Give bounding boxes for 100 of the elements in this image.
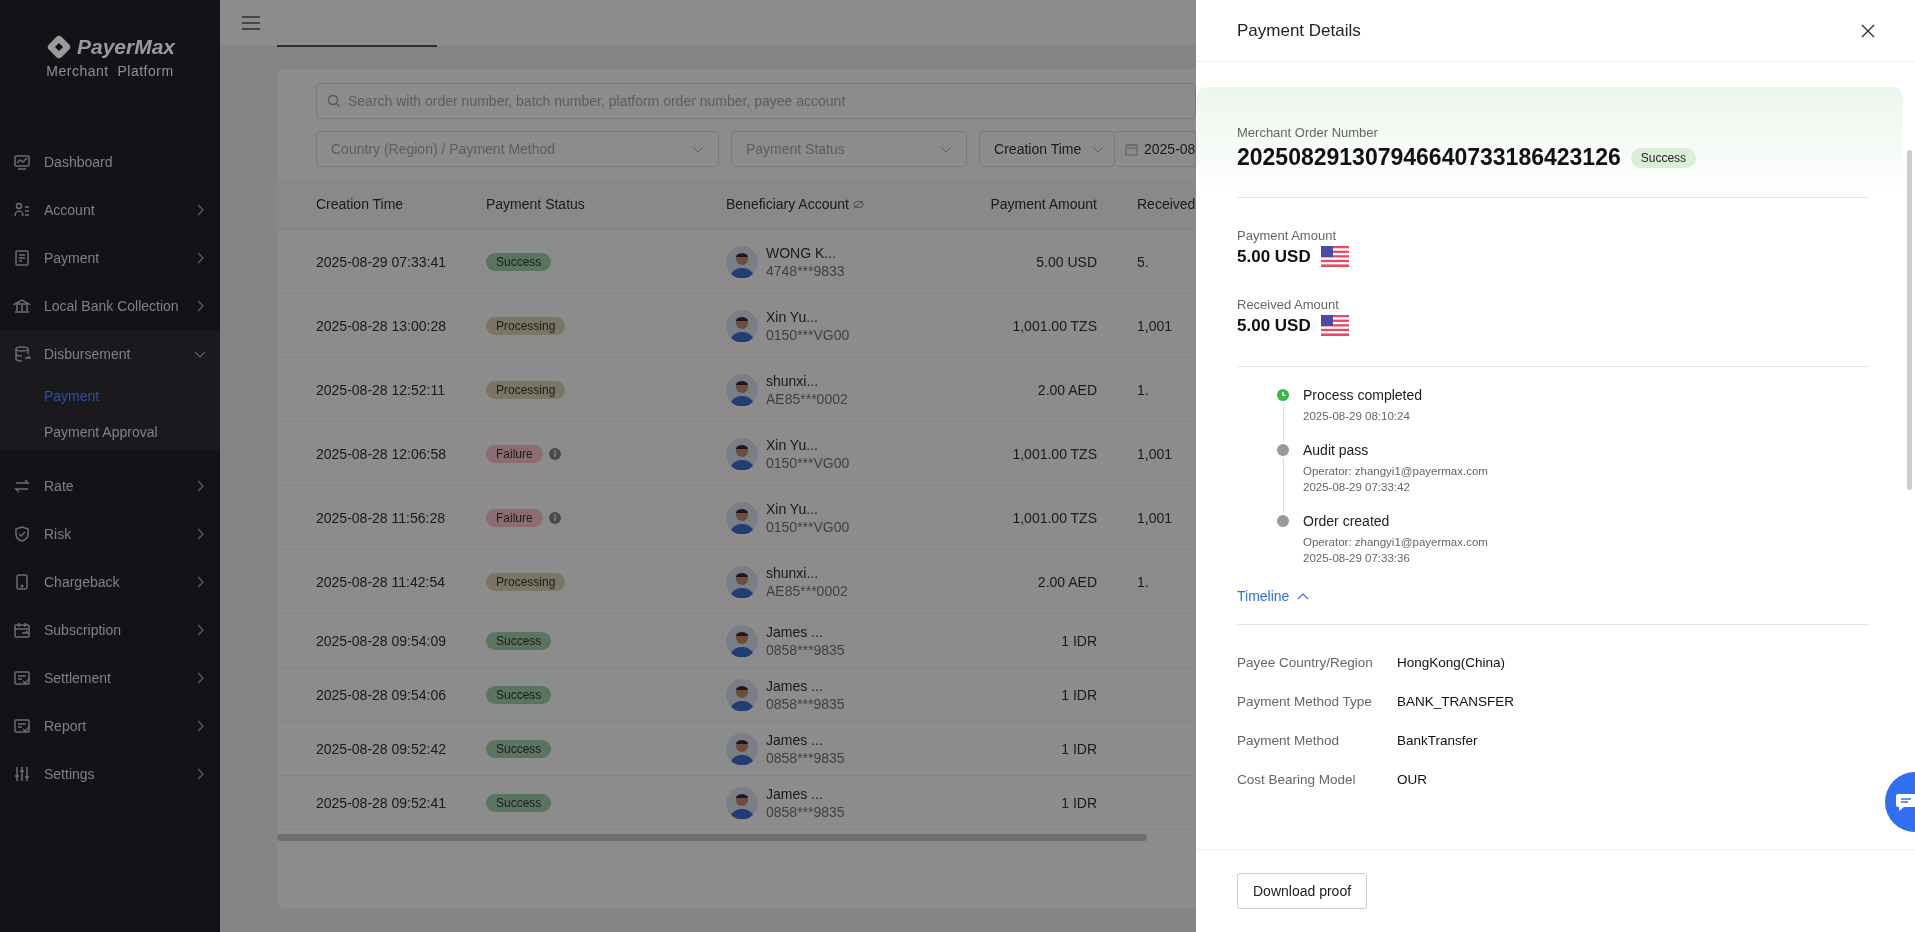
table-cell-text: 1 IDR	[1060, 794, 1097, 811]
sidebar-item[interactable]: Disbursement	[0, 330, 220, 378]
beneficiary-account: 0858***9835	[766, 640, 845, 659]
sidebar-subitem[interactable]: Payment Approval	[0, 414, 220, 450]
field-label: Cost Bearing Model	[1237, 772, 1357, 787]
beneficiary-account: AE85***0002	[766, 581, 848, 600]
table-cell-text: 2025-08-28 09:52:42	[316, 740, 447, 757]
event-detail: 2025-08-29 08:10:24	[1303, 410, 1411, 422]
event-detail: Operator: zhangyi1@payermax.com	[1303, 465, 1488, 477]
order-number: 202508291307946640733186423126	[1237, 144, 1621, 171]
table-cell-text: 2025-08-28 11:56:28	[316, 509, 446, 526]
beneficiary-account: 0150***VG00	[766, 453, 850, 472]
table-cell: 5.	[1137, 253, 1149, 270]
drawer-title: Payment Details	[1237, 20, 1361, 41]
column-header: Creation Time	[316, 196, 405, 212]
table-cell: 1,001	[1137, 317, 1173, 334]
status-tag: Success	[486, 631, 552, 650]
table-cell-text: 1,001.00 TZS	[1011, 317, 1097, 334]
table-cell: 1,001	[1137, 509, 1173, 526]
table-cell-text: 2025-08-28 12:52:11	[316, 381, 446, 398]
status-tag: Processing	[486, 380, 566, 399]
table-cell-text: 2025-08-28 11:42:54	[316, 573, 446, 590]
event-title: Order created	[1303, 513, 1391, 529]
status-tag: Success	[486, 739, 552, 758]
beneficiary-name: James ...	[766, 676, 824, 695]
beneficiary-name: Xin Yu...	[766, 307, 819, 326]
event-detail: 2025-08-29 07:33:42	[1303, 481, 1411, 493]
beneficiary-account: 0858***9835	[766, 694, 845, 713]
table-cell: 1,001	[1137, 445, 1173, 462]
table-cell-text: 1,001.00 TZS	[1011, 509, 1097, 526]
status-tag: Success	[486, 252, 552, 271]
beneficiary-name: James ...	[766, 784, 824, 803]
beneficiary-account: 4748***9833	[766, 261, 845, 280]
beneficiary-account: 0858***9835	[766, 748, 845, 767]
field-value: BANK_TRANSFER	[1397, 694, 1515, 709]
sidebar-item[interactable]: Report	[0, 702, 220, 750]
table-cell-text: 1 IDR	[1060, 632, 1097, 649]
beneficiary-name: Xin Yu...	[766, 435, 819, 454]
beneficiary-name: shunxi...	[766, 371, 820, 390]
amount-value: 5.00 USD	[1237, 315, 1311, 336]
table-cell-text: 2025-08-28 09:54:09	[316, 632, 447, 649]
field-label: Payment Method	[1237, 733, 1341, 748]
beneficiary-name: James ...	[766, 622, 824, 641]
sidebar-item[interactable]: Chargeback	[0, 558, 220, 606]
field-label: Payment Amount	[1237, 228, 1337, 243]
sidebar-item[interactable]: Subscription	[0, 606, 220, 654]
status-tag: Success	[486, 685, 552, 704]
table-cell-text: 2025-08-28 12:06:58	[316, 445, 447, 462]
status-tag: Processing	[486, 572, 566, 591]
column-header: Received	[1137, 196, 1196, 212]
sidebar-item[interactable]: Rate	[0, 462, 220, 510]
field-label: Payment Method Type	[1237, 694, 1373, 709]
time-type-select[interactable]: Creation Time	[979, 131, 1115, 167]
table-cell: 1.	[1137, 381, 1149, 398]
beneficiary-name: shunxi...	[766, 563, 820, 582]
sidebar-item[interactable]: Dashboard	[0, 138, 220, 186]
event-title: Audit pass	[1303, 442, 1370, 458]
column-header: Payment Status	[486, 196, 586, 212]
column-header: Beneficiary Account	[726, 196, 849, 212]
column-header: Payment Amount	[989, 196, 1097, 212]
sidebar-item[interactable]: Risk	[0, 510, 220, 558]
table-cell-text: 1 IDR	[1060, 740, 1097, 757]
event-title: Process completed	[1303, 387, 1423, 403]
amount-value: 5.00 USD	[1237, 246, 1311, 267]
status-tag: Success	[486, 793, 552, 812]
table-cell-text: 2.00 AED	[1036, 381, 1097, 398]
beneficiary-name: Xin Yu...	[766, 499, 819, 518]
beneficiary-account: 0150***VG00	[766, 325, 850, 344]
sidebar-item[interactable]: Settlement	[0, 654, 220, 702]
table-cell-text: 2025-08-28 13:00:28	[316, 317, 447, 334]
sidebar-item[interactable]: Payment	[0, 234, 220, 282]
field-value: HongKong(China)	[1397, 655, 1506, 670]
beneficiary-name: WONG K...	[766, 243, 837, 262]
timeline-toggle[interactable]: Timeline	[1237, 588, 1310, 604]
brand-name: PayerMax	[76, 35, 176, 59]
sidebar-item[interactable]: Local Bank Collection	[0, 282, 220, 330]
table-cell-text: 2025-08-29 07:33:41	[316, 253, 447, 270]
table-cell-text: 5.00 USD	[1035, 253, 1097, 270]
brand-subtitle: Merchant Platform	[46, 63, 174, 79]
beneficiary-account: 0150***VG00	[766, 517, 850, 536]
field-label: Payee Country/Region	[1237, 655, 1374, 670]
sidebar-item[interactable]: Account	[0, 186, 220, 234]
field-value: OUR	[1397, 772, 1427, 787]
beneficiary-account: 0858***9835	[766, 802, 845, 821]
beneficiary-name: James ...	[766, 730, 824, 749]
sidebar-item[interactable]: Settings	[0, 750, 220, 798]
field-value: BankTransfer	[1397, 733, 1478, 748]
status-tag: Success	[1630, 147, 1697, 168]
table-cell-text: 1,001.00 TZS	[1011, 445, 1097, 462]
table-cell-text: 2025-08-28 09:54:06	[316, 686, 447, 703]
table-cell-text: 2025-08-28 09:52:41	[316, 794, 447, 811]
event-detail: Operator: zhangyi1@payermax.com	[1303, 536, 1488, 548]
table-cell: 1.	[1137, 573, 1149, 590]
status-tag: Processing	[486, 316, 566, 335]
status-tag: Failure	[486, 444, 543, 463]
event-detail: 2025-08-29 07:33:36	[1303, 552, 1411, 564]
table-cell-text: 1 IDR	[1060, 686, 1097, 703]
field-label: Merchant Order Number	[1237, 125, 1379, 140]
download-button[interactable]: Download proof	[1237, 873, 1368, 909]
table-cell-text: 2.00 AED	[1036, 573, 1097, 590]
